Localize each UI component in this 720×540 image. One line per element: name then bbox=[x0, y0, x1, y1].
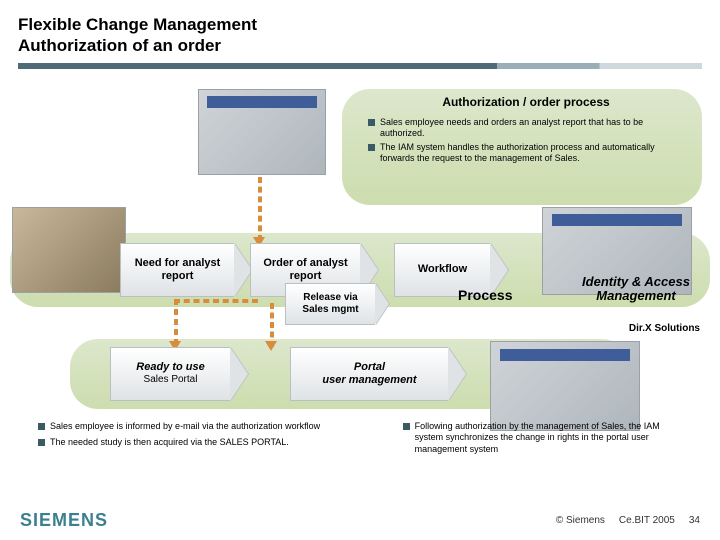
bullet-item: Following authorization by the managemen… bbox=[403, 421, 678, 456]
bullet-item: Sales employee needs and orders an analy… bbox=[368, 117, 688, 140]
event-text: Ce.BIT 2005 bbox=[619, 515, 675, 526]
step-portal-user-mgmt: Portal user management bbox=[290, 347, 466, 401]
flow-arrow-line bbox=[258, 177, 262, 241]
siemens-logo: SIEMENS bbox=[20, 510, 108, 531]
portal-screenshot-thumbnail bbox=[490, 341, 640, 431]
portal-label-line2: user management bbox=[322, 374, 416, 386]
employee-photo-thumbnail bbox=[12, 207, 126, 293]
step-need-report: Need for analyst report bbox=[120, 243, 252, 297]
step-label: Portal user management bbox=[290, 347, 448, 401]
step-label: Need for analyst report bbox=[120, 243, 234, 297]
flow-arrow-head-icon bbox=[265, 341, 277, 351]
auth-process-heading: Authorization / order process bbox=[366, 95, 686, 109]
diagram-canvas: Authorization / order process Sales empl… bbox=[0, 77, 720, 497]
chevron-tip-icon bbox=[448, 347, 466, 401]
ready-label: Ready to use bbox=[136, 361, 204, 373]
auth-process-bullets: Sales employee needs and orders an analy… bbox=[368, 117, 688, 168]
flow-arrow-line bbox=[174, 299, 178, 345]
process-label: Process bbox=[458, 287, 512, 303]
bullet-item: The needed study is then acquired via th… bbox=[38, 437, 363, 449]
title-line-2: Authorization of an order bbox=[18, 36, 221, 55]
title-line-1: Flexible Change Management bbox=[18, 15, 257, 34]
header-accent-bar bbox=[18, 63, 702, 69]
step-label: Release via Sales mgmt bbox=[285, 283, 375, 325]
footer-meta: © Siemens Ce.BIT 2005 34 bbox=[556, 515, 700, 526]
step-ready-to-use: Ready to use Sales Portal bbox=[110, 347, 248, 401]
iam-label: Identity & Access Management bbox=[572, 275, 700, 305]
copyright-text: © Siemens bbox=[556, 515, 605, 526]
bottom-left-bullets: Sales employee is informed by e-mail via… bbox=[38, 421, 363, 461]
chevron-tip-icon bbox=[230, 347, 248, 401]
slide-footer: SIEMENS © Siemens Ce.BIT 2005 34 bbox=[0, 500, 720, 540]
dirx-solutions-label: Dir.X Solutions bbox=[560, 323, 700, 334]
order-screenshot-thumbnail bbox=[198, 89, 326, 175]
slide-header: Flexible Change Management Authorization… bbox=[0, 0, 720, 77]
page-number: 34 bbox=[689, 515, 700, 526]
chevron-tip-icon bbox=[375, 283, 389, 325]
sales-portal-sublabel: Sales Portal bbox=[136, 374, 204, 386]
bottom-summary: Sales employee is informed by e-mail via… bbox=[38, 421, 678, 461]
flow-arrow-line bbox=[174, 299, 258, 303]
bullet-item: Sales employee is informed by e-mail via… bbox=[38, 421, 363, 433]
bullet-item: The IAM system handles the authorization… bbox=[368, 142, 688, 165]
bottom-right-bullets: Following authorization by the managemen… bbox=[403, 421, 678, 461]
step-release-sales-mgmt: Release via Sales mgmt bbox=[285, 283, 389, 325]
portal-label-line1: Portal bbox=[354, 361, 385, 373]
step-label: Ready to use Sales Portal bbox=[110, 347, 230, 401]
page-title: Flexible Change Management Authorization… bbox=[18, 14, 702, 57]
